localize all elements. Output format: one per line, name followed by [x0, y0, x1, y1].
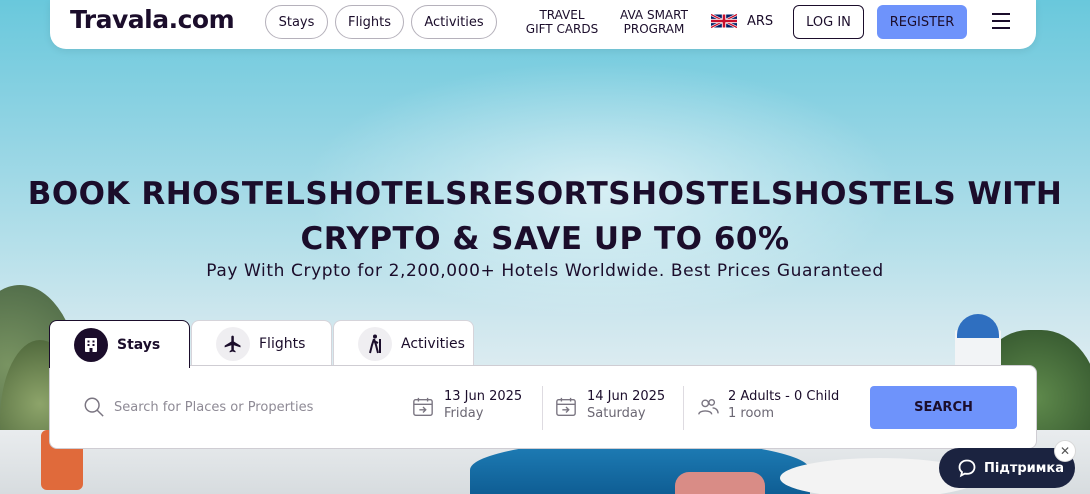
blue-dome — [957, 314, 999, 338]
checkout-date-field[interactable]: 14 Jun 2025 Saturday — [587, 388, 665, 422]
ava-line2: PROGRAM — [623, 22, 685, 36]
tab-activities-label: Activities — [401, 335, 465, 352]
register-button[interactable]: REGISTER — [877, 5, 967, 39]
nav-pill-flights[interactable]: Flights — [335, 5, 404, 39]
uk-flag-icon[interactable] — [711, 13, 737, 29]
hero-title-line1: BOOK RHOSTELSHOTELSRESORTSHOSTELSHOSTELS… — [27, 176, 1063, 212]
rooms-count: 1 room — [728, 406, 775, 421]
guests-icon — [698, 398, 719, 415]
close-icon[interactable]: ✕ — [1054, 440, 1076, 462]
search-icon — [84, 397, 104, 417]
hero-subtitle: Pay With Crypto for 2,200,000+ Hotels Wo… — [206, 261, 884, 281]
tab-stays-label: Stays — [117, 336, 161, 353]
ava-smart-program-link[interactable]: AVA SMART PROGRAM — [613, 8, 695, 36]
tab-stays[interactable]: Stays — [49, 320, 190, 368]
calendar-icon — [413, 397, 433, 416]
search-button[interactable]: SEARCH — [870, 386, 1017, 429]
ava-line1: AVA SMART — [620, 8, 688, 22]
currency-selector[interactable]: ARS — [747, 14, 773, 29]
hamburger-menu-icon[interactable] — [992, 13, 1010, 29]
building-icon — [74, 327, 108, 362]
checkout-day: Saturday — [587, 406, 646, 421]
guests-summary: 2 Adults - 0 Child — [728, 389, 840, 404]
field-divider — [683, 386, 684, 430]
login-button[interactable]: LOG IN — [793, 5, 864, 39]
nav-pill-activities[interactable]: Activities — [411, 5, 497, 39]
field-divider — [542, 386, 543, 430]
tab-flights[interactable]: Flights — [191, 320, 332, 366]
gift-cards-line2: GIFT CARDS — [525, 22, 599, 36]
checkin-date: 13 Jun 2025 — [444, 389, 523, 404]
tab-flights-label: Flights — [259, 335, 306, 352]
hero-title-line2: CRYPTO & SAVE UP TO 60% — [300, 221, 790, 257]
checkin-date-field[interactable]: 13 Jun 2025 Friday — [444, 388, 522, 422]
lounge-chair — [675, 472, 765, 494]
checkout-date: 14 Jun 2025 — [587, 389, 666, 404]
travala-logo[interactable]: Travala.com — [70, 5, 235, 34]
chat-bubble-icon — [958, 459, 976, 478]
support-label: Підтримка — [984, 460, 1065, 476]
checkin-day: Friday — [444, 406, 484, 421]
airplane-icon — [216, 326, 250, 361]
calendar-icon — [556, 397, 576, 416]
nav-pill-stays[interactable]: Stays — [265, 5, 328, 39]
travel-gift-cards-link[interactable]: TRAVEL GIFT CARDS — [522, 8, 602, 36]
top-navbar: Travala.com Stays Flights Activities TRA… — [50, 0, 1036, 49]
hiker-icon — [358, 326, 392, 361]
tab-activities[interactable]: Activities — [333, 320, 474, 366]
hero-title: BOOK RHOSTELSHOTELSRESORTSHOSTELSHOSTELS… — [0, 172, 1090, 262]
search-panel: 13 Jun 2025 Friday 14 Jun 2025 Saturday … — [49, 365, 1037, 449]
place-search-input[interactable] — [114, 395, 384, 419]
guests-field[interactable]: 2 Adults - 0 Child 1 room — [728, 388, 839, 422]
gift-cards-line1: TRAVEL — [539, 8, 585, 22]
